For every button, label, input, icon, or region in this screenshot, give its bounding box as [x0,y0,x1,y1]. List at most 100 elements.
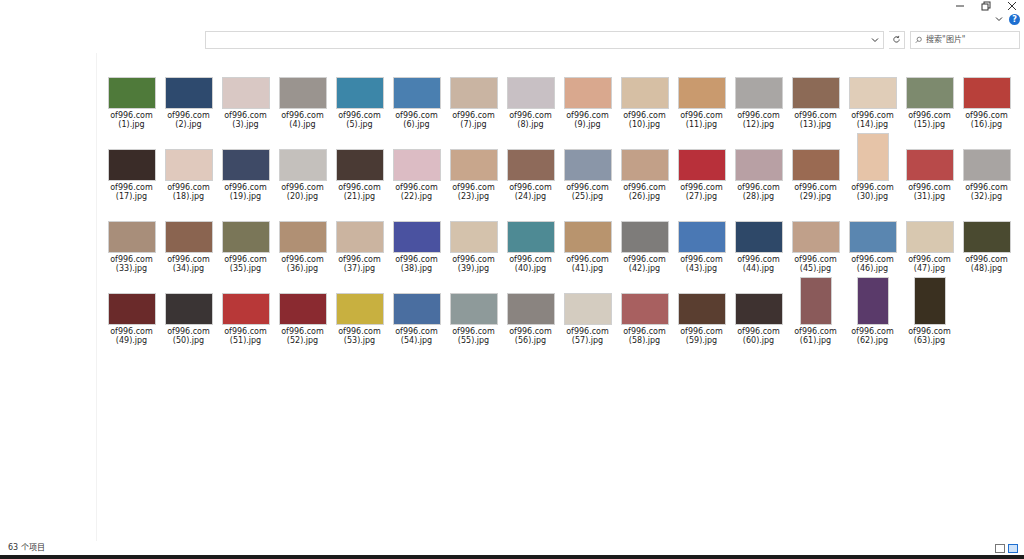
file-item[interactable]: of996.com (47).jpg [901,205,958,277]
file-item[interactable]: of996.com (15).jpg [901,61,958,133]
file-item[interactable]: of996.com (44).jpg [730,205,787,277]
thumbnail[interactable] [564,149,612,181]
thumbnail[interactable] [792,77,840,109]
file-item[interactable]: of996.com (13).jpg [787,61,844,133]
file-name[interactable]: of996.com (43).jpg [674,255,730,273]
file-item[interactable]: of996.com (53).jpg [331,277,388,349]
thumbnail[interactable] [336,293,384,325]
file-item[interactable]: of996.com (56).jpg [502,277,559,349]
thumbnail[interactable] [108,221,156,253]
file-item[interactable]: of996.com (34).jpg [160,205,217,277]
file-name[interactable]: of996.com (47).jpg [902,255,958,273]
file-item[interactable]: of996.com (57).jpg [559,277,616,349]
thumbnail[interactable] [735,221,783,253]
file-item[interactable]: of996.com (19).jpg [217,133,274,205]
thumbnail[interactable] [621,77,669,109]
thumbnail[interactable] [507,221,555,253]
file-item[interactable]: of996.com (6).jpg [388,61,445,133]
file-item[interactable]: of996.com (28).jpg [730,133,787,205]
thumbnail[interactable] [800,277,832,325]
file-name[interactable]: of996.com (63).jpg [902,327,958,345]
file-item[interactable]: of996.com (51).jpg [217,277,274,349]
thumbnail[interactable] [906,221,954,253]
expand-ribbon-icon[interactable] [993,13,1005,25]
file-name[interactable]: of996.com (5).jpg [332,111,388,129]
file-item[interactable]: of996.com (1).jpg [103,61,160,133]
thumbnail[interactable] [450,77,498,109]
thumbnail[interactable] [678,221,726,253]
file-name[interactable]: of996.com (34).jpg [161,255,217,273]
file-name[interactable]: of996.com (3).jpg [218,111,274,129]
file-name[interactable]: of996.com (54).jpg [389,327,445,345]
thumbnail[interactable] [621,221,669,253]
maximize-icon[interactable] [980,0,992,12]
file-name[interactable]: of996.com (61).jpg [788,327,844,345]
file-item[interactable]: of996.com (63).jpg [901,277,958,349]
file-name[interactable]: of996.com (1).jpg [104,111,160,129]
file-name[interactable]: of996.com (28).jpg [731,183,787,201]
file-item[interactable]: of996.com (16).jpg [958,61,1015,133]
file-name[interactable]: of996.com (26).jpg [617,183,673,201]
file-item[interactable]: of996.com (30).jpg [844,133,901,205]
file-item[interactable]: of996.com (2).jpg [160,61,217,133]
address-bar[interactable] [205,31,884,49]
search-input[interactable] [926,34,1015,46]
file-name[interactable]: of996.com (29).jpg [788,183,844,201]
thumbnail[interactable] [849,221,897,253]
thumbnail[interactable] [678,77,726,109]
file-name[interactable]: of996.com (15).jpg [902,111,958,129]
file-name[interactable]: of996.com (19).jpg [218,183,274,201]
file-name[interactable]: of996.com (44).jpg [731,255,787,273]
file-name[interactable]: of996.com (60).jpg [731,327,787,345]
details-view-icon[interactable] [995,544,1005,553]
thumbnail[interactable] [222,293,270,325]
file-item[interactable]: of996.com (45).jpg [787,205,844,277]
file-item[interactable]: of996.com (4).jpg [274,61,331,133]
file-item[interactable]: of996.com (20).jpg [274,133,331,205]
file-name[interactable]: of996.com (62).jpg [845,327,901,345]
file-item[interactable]: of996.com (52).jpg [274,277,331,349]
file-item[interactable]: of996.com (29).jpg [787,133,844,205]
thumbnail[interactable] [222,77,270,109]
file-name[interactable]: of996.com (42).jpg [617,255,673,273]
thumbnail[interactable] [450,149,498,181]
thumbnail[interactable] [165,149,213,181]
thumbnail[interactable] [108,293,156,325]
file-item[interactable]: of996.com (23).jpg [445,133,502,205]
file-item[interactable]: of996.com (3).jpg [217,61,274,133]
file-name[interactable]: of996.com (33).jpg [104,255,160,273]
thumbnail[interactable] [165,221,213,253]
file-name[interactable]: of996.com (51).jpg [218,327,274,345]
thumbnail[interactable] [222,221,270,253]
thumbnail[interactable] [336,221,384,253]
file-item[interactable]: of996.com (49).jpg [103,277,160,349]
help-button[interactable]: ? [1009,14,1020,25]
file-name[interactable]: of996.com (20).jpg [275,183,331,201]
file-name[interactable]: of996.com (35).jpg [218,255,274,273]
file-name[interactable]: of996.com (16).jpg [959,111,1015,129]
thumbnail[interactable] [336,149,384,181]
thumbnail[interactable] [336,77,384,109]
thumbnail[interactable] [222,149,270,181]
file-item[interactable]: of996.com (24).jpg [502,133,559,205]
thumbnail[interactable] [735,293,783,325]
thumbnail[interactable] [507,149,555,181]
file-name[interactable]: of996.com (23).jpg [446,183,502,201]
file-name[interactable]: of996.com (39).jpg [446,255,502,273]
file-item[interactable]: of996.com (32).jpg [958,133,1015,205]
thumbnail[interactable] [450,221,498,253]
file-name[interactable]: of996.com (40).jpg [503,255,559,273]
file-name[interactable]: of996.com (36).jpg [275,255,331,273]
file-name[interactable]: of996.com (52).jpg [275,327,331,345]
file-name[interactable]: of996.com (7).jpg [446,111,502,129]
file-item[interactable]: of996.com (7).jpg [445,61,502,133]
file-item[interactable]: of996.com (5).jpg [331,61,388,133]
thumbnail[interactable] [621,293,669,325]
thumbnail[interactable] [165,293,213,325]
file-item[interactable]: of996.com (46).jpg [844,205,901,277]
thumbnail[interactable] [963,149,1011,181]
file-item[interactable]: of996.com (48).jpg [958,205,1015,277]
thumbnail[interactable] [857,133,889,181]
refresh-icon[interactable] [889,31,905,49]
thumbnail[interactable] [914,277,946,325]
